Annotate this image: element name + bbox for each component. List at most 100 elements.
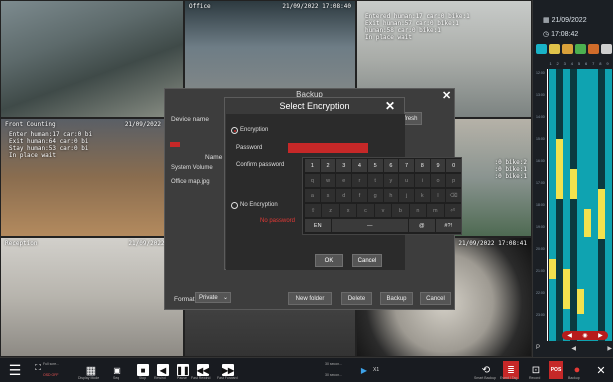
skip-back-label[interactable]: 30 secon... (325, 362, 342, 366)
encryption-close-icon[interactable]: ✕ (385, 99, 395, 113)
cancel-button[interactable]: Cancel (420, 292, 451, 305)
timeline-channel-track[interactable] (584, 69, 591, 341)
keyboard-key[interactable]: s (320, 189, 336, 202)
timeline-next-button[interactable]: ▶ (607, 345, 612, 352)
file-list-item[interactable]: Office map.jpg (171, 179, 210, 185)
osd-off-label[interactable]: OSD OFF (43, 373, 59, 377)
zoom-icon[interactable]: ◉ (582, 332, 587, 339)
camera-view-7[interactable]: Reception 21/09/2022 17: (0, 237, 184, 357)
keyboard-key[interactable]: 8 (414, 159, 430, 172)
keyboard-key[interactable]: z (322, 204, 339, 217)
no-encryption-radio[interactable] (231, 202, 238, 209)
keyboard-key[interactable]: 5 (367, 159, 383, 172)
keyboard-key[interactable]: p (446, 174, 462, 187)
keyboard-key[interactable]: l (430, 189, 446, 202)
camera-view-1[interactable] (0, 0, 184, 118)
keyboard-key[interactable]: f (352, 189, 367, 202)
keyboard-key[interactable]: v (374, 204, 392, 217)
zoom-out-icon[interactable]: ◀ (567, 332, 572, 339)
keyboard-key[interactable]: ⌫ (446, 189, 462, 202)
keyboard-key[interactable]: m (427, 204, 444, 217)
skip-forward-label[interactable]: 30 secon... (325, 373, 342, 377)
keyboard-key[interactable]: e (336, 174, 352, 187)
timeline-event-block[interactable] (563, 269, 570, 309)
device-selection-bar[interactable] (170, 142, 180, 147)
user-icon[interactable] (549, 44, 560, 54)
keyboard-key[interactable]: h (383, 189, 399, 202)
zoom-in-icon[interactable]: ▶ (598, 332, 603, 339)
timeline-prev-button[interactable]: ◀ (571, 345, 576, 352)
keyboard-key[interactable]: 7 (399, 159, 414, 172)
keyboard-key[interactable]: k (414, 189, 430, 202)
keyboard-key[interactable]: r (352, 174, 367, 187)
timeline-grid[interactable]: 12:00 13:00 14:00 15:00 16:00 17:00 18:00 19:00… (536, 69, 612, 341)
keyboard-key[interactable]: u (399, 174, 414, 187)
delete-button[interactable]: Delete (341, 292, 372, 305)
timeline-channel-track[interactable] (570, 69, 577, 341)
full-screen-icon[interactable]: ⛶ (34, 359, 42, 377)
backup-button[interactable]: Backup (380, 292, 413, 305)
keyboard-key[interactable]: @ (409, 219, 435, 232)
keyboard-key[interactable]: 6 (383, 159, 399, 172)
more-icon[interactable] (601, 44, 612, 54)
keyboard-key[interactable]: i (414, 174, 430, 187)
timeline-channel-track[interactable] (549, 69, 556, 341)
encryption-cancel-button[interactable]: Cancel (352, 254, 382, 267)
timeline-event-block[interactable] (584, 209, 591, 237)
keyboard-key[interactable]: 2 (320, 159, 336, 172)
keyboard-key[interactable]: j (399, 189, 414, 202)
keyboard-key[interactable]: g (367, 189, 383, 202)
timeline-event-block[interactable] (549, 259, 556, 279)
play-speed-icon[interactable]: ▶ (359, 361, 369, 379)
keyboard-key[interactable]: 1 (305, 159, 320, 172)
keyboard-key[interactable]: ⏎ (444, 204, 461, 217)
keyboard-key[interactable]: #?! (435, 219, 461, 232)
rewind-button[interactable]: ◀ (157, 364, 169, 376)
timeline-event-block[interactable] (577, 289, 584, 314)
keyboard-key[interactable]: — (331, 219, 408, 232)
keyboard-key[interactable]: b (392, 204, 409, 217)
timeline-event-block[interactable] (570, 169, 577, 199)
alarm-icon[interactable] (588, 44, 599, 54)
keyboard-key[interactable]: q (305, 174, 320, 187)
fast-rewind-button[interactable]: ◀◀ (197, 364, 209, 376)
format-select[interactable]: Private ⌄ (195, 292, 231, 303)
keyboard-key[interactable]: a (305, 189, 320, 202)
password-field[interactable] (288, 143, 368, 153)
camera-view-4[interactable]: Front Counting 21/09/2022 17:0 Enter hum… (0, 118, 184, 237)
keyboard-key[interactable]: ⇧ (305, 204, 322, 217)
backup-close-icon[interactable]: ✕ (442, 91, 451, 102)
keyboard-key[interactable]: EN (305, 219, 331, 232)
calendar-date[interactable]: ▦ 21/09/2022 (543, 16, 587, 24)
keyboard-key[interactable]: 0 (446, 159, 462, 172)
timeline-channel-track[interactable] (556, 69, 563, 341)
keyboard-key[interactable]: 3 (336, 159, 352, 172)
timeline-channel-track[interactable] (605, 69, 612, 341)
timeline-p-label[interactable]: P (536, 345, 540, 351)
stop-button[interactable]: ■ (137, 364, 149, 376)
motion-icon[interactable] (575, 44, 586, 54)
close-button[interactable]: ✕ (595, 361, 607, 379)
timeline-event-block[interactable] (556, 139, 563, 199)
keyboard-key[interactable]: y (383, 174, 399, 187)
keyboard-key[interactable]: t (367, 174, 383, 187)
channel-select-icon[interactable] (536, 44, 547, 54)
new-folder-button[interactable]: New folder (288, 292, 332, 305)
pos-button[interactable]: POS (549, 361, 563, 379)
keyboard-key[interactable]: 9 (430, 159, 446, 172)
encryption-radio[interactable] (231, 127, 238, 134)
file-list-item[interactable]: System Volume (171, 165, 213, 171)
keyboard-key[interactable]: n (409, 204, 427, 217)
pause-button[interactable]: ❚❚ (176, 364, 190, 376)
keyboard-key[interactable]: c (357, 204, 374, 217)
timeline-cursor[interactable] (547, 69, 548, 341)
keyboard-key[interactable]: o (430, 174, 446, 187)
timeline-channel-track[interactable] (591, 69, 598, 341)
keyboard-key[interactable]: x (339, 204, 357, 217)
timeline-event-block[interactable] (598, 189, 605, 239)
ok-button[interactable]: OK (315, 254, 343, 267)
keyboard-key[interactable]: d (336, 189, 352, 202)
menu-icon[interactable]: ☰ (6, 361, 24, 379)
timeline-zoom-bar[interactable]: ◀ ◉ ▶ (562, 331, 608, 340)
keyboard-key[interactable]: w (320, 174, 336, 187)
